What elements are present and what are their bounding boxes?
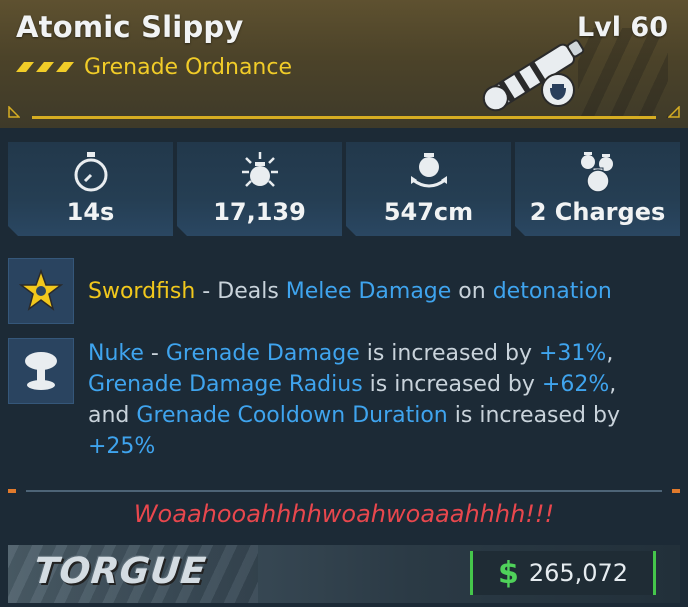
price-amount: 265,072 [528, 559, 629, 587]
grenade-burst-icon [238, 150, 282, 194]
dollar-icon: $ [497, 555, 519, 591]
item-header: Atomic Slippy Lvl 60 Grenade Ordnance [0, 0, 688, 128]
stat-charges: 2 Charges [515, 142, 680, 236]
item-type-row: Grenade Ordnance [16, 52, 292, 82]
perk-text: is increased by [362, 372, 542, 397]
manufacturer-logo: TORGUE [31, 551, 209, 592]
perk-keyword: Melee Damage [285, 279, 452, 304]
perk-text: is increased by [447, 403, 620, 428]
item-card: Atomic Slippy Lvl 60 Grenade Ordnance 14… [0, 0, 688, 607]
perk-text: Deals [217, 279, 286, 304]
perk-value: +62% [541, 372, 610, 397]
section-divider [0, 488, 688, 494]
item-name: Atomic Slippy [16, 10, 244, 44]
perk-dash: - [143, 341, 166, 366]
flavor-text: Woaahooahhhhwoahwoaaahhhh!!! [133, 500, 555, 528]
perk-value: +31% [538, 341, 607, 366]
perk-keyword: detonation [492, 279, 612, 304]
perk-value: +25% [88, 434, 156, 459]
price-box: $ 265,072 [470, 551, 656, 595]
perk-nuke: Nuke - Grenade Damage is increased by +3… [8, 338, 680, 468]
perk-text: and [88, 403, 137, 428]
perk-name: Nuke [88, 341, 144, 366]
corner-triangle-icon [8, 106, 20, 118]
perk-line: Grenade Damage Radius is increased by +6… [88, 369, 620, 400]
stat-value: 547cm [383, 198, 474, 226]
stat-value: 17,139 [213, 198, 306, 226]
perk-line: +25% [88, 431, 620, 462]
stopwatch-icon [69, 150, 113, 194]
divider-tick [672, 489, 680, 493]
stat-radius: 547cm [346, 142, 511, 236]
stat-separator [512, 200, 514, 222]
item-type: Grenade Ordnance [84, 54, 293, 80]
perk-swordfish: Swordfish - Deals Melee Damage on detona… [8, 258, 680, 324]
stats-row: 14s 17,139 547cm 2 Charges [8, 142, 680, 236]
divider-line [26, 490, 662, 492]
perk-description: Nuke - Grenade Damage is increased by +3… [88, 338, 620, 462]
header-divider [32, 116, 656, 119]
perk-dash: - [195, 279, 218, 304]
star-icon [19, 269, 63, 311]
grenade-ordnance-icon [482, 39, 585, 112]
perk-text: is increased by [359, 341, 539, 366]
stat-cooldown: 14s [8, 142, 173, 236]
perk-text: on [451, 279, 493, 304]
grenade-radius-icon [407, 150, 451, 194]
stat-value: 2 Charges [529, 198, 666, 226]
grenade-charges-icon [576, 150, 620, 194]
perk-keyword: Grenade Damage [165, 341, 360, 366]
corner-triangle-icon [668, 106, 680, 118]
perk-line: Nuke - Grenade Damage is increased by +3… [88, 338, 620, 369]
perk-line: and Grenade Cooldown Duration is increas… [88, 400, 620, 431]
perk-description: Swordfish - Deals Melee Damage on detona… [88, 276, 612, 307]
perk-name: Swordfish [88, 279, 196, 304]
perk-keyword: Grenade Cooldown Duration [136, 403, 448, 428]
stat-separator [343, 200, 345, 222]
perk-text: , [606, 341, 614, 366]
perk-badge [8, 258, 74, 324]
perk-text: , [609, 372, 617, 397]
rarity-chevron-icon [16, 62, 74, 72]
perk-badge [8, 338, 74, 404]
stat-value: 14s [66, 198, 115, 226]
stat-separator [174, 200, 176, 222]
divider-tick [8, 489, 16, 493]
mushroom-cloud-icon [25, 352, 57, 390]
perk-keyword: Grenade Damage Radius [88, 372, 363, 397]
stat-damage: 17,139 [177, 142, 342, 236]
item-footer: TORGUE $ 265,072 [8, 545, 680, 603]
